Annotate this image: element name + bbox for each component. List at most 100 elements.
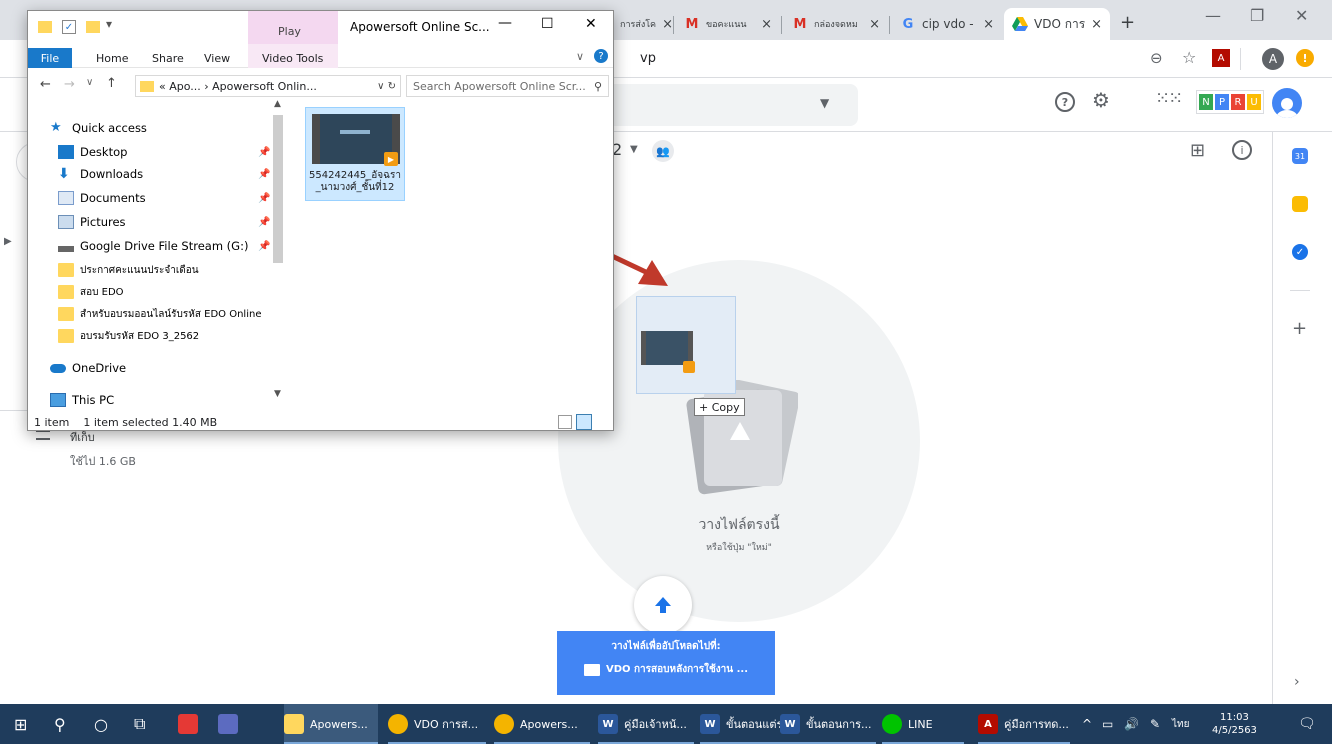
taskbar-item-chrome-2[interactable]: Apowers... [494, 704, 590, 744]
settings-gear-icon[interactable]: ⚙ [1092, 88, 1110, 112]
app-icon[interactable] [178, 704, 204, 744]
search-options-icon[interactable]: ▼ [820, 96, 829, 110]
keep-icon[interactable] [1292, 196, 1308, 212]
task-view-icon[interactable]: ⧉ [134, 704, 145, 744]
url-text[interactable]: vp [640, 51, 656, 66]
details-view-icon[interactable] [558, 415, 572, 429]
address-dropdown-icon[interactable]: ∨ ↻ [377, 81, 396, 92]
taskbar-item-chrome[interactable]: VDO การส... [388, 704, 486, 744]
properties-icon[interactable]: ✓ [62, 20, 76, 34]
close-icon[interactable]: × [863, 17, 880, 32]
volume-icon[interactable]: 🔊 [1124, 704, 1139, 744]
shared-people-icon[interactable]: 👥 [652, 140, 674, 162]
upload-banner-title: วางไฟล์เพื่ออัปโหลดไปที่: [611, 641, 721, 652]
new-tab-button[interactable]: + [1120, 12, 1135, 33]
back-arrow-icon[interactable]: ← [40, 77, 51, 92]
close-icon[interactable]: × [656, 17, 672, 32]
nav-quick-access[interactable]: ★ Quick access [50, 117, 147, 139]
tab-5-active[interactable]: VDO การ × [1004, 8, 1110, 40]
ribbon-home-tab[interactable]: Home [96, 52, 128, 65]
close-icon[interactable]: × [977, 17, 994, 32]
drive-search-bar[interactable]: ▼ [600, 84, 858, 126]
tab-2[interactable]: M ขอคะแนน × [676, 8, 780, 40]
nav-google-drive-stream[interactable]: Google Drive File Stream (G:) [58, 235, 248, 257]
close-icon[interactable]: × [1085, 17, 1102, 32]
pin-icon[interactable]: 📌 [258, 217, 270, 228]
info-icon[interactable]: i [1232, 140, 1252, 160]
close-icon[interactable]: ✕ [585, 16, 597, 32]
taskbar-item-explorer[interactable]: Apowers... [284, 704, 378, 744]
ribbon-view-tab[interactable]: View [204, 52, 230, 65]
large-icons-view-icon[interactable] [576, 414, 592, 430]
ribbon-expand-icon[interactable]: ∨ [576, 50, 584, 63]
nav-scrollbar[interactable]: ▲ ▼ [270, 99, 286, 399]
maximize-icon[interactable]: ☐ [541, 16, 554, 32]
search-icon[interactable]: ⚲ [54, 704, 66, 744]
pen-icon[interactable]: ✎ [1150, 704, 1160, 744]
restore-icon[interactable]: ❐ [1250, 6, 1264, 25]
minimize-icon[interactable]: — [1205, 6, 1221, 25]
help-icon[interactable]: ? [594, 49, 608, 63]
new-folder-icon[interactable] [86, 21, 100, 33]
forward-arrow-icon[interactable]: → [64, 77, 75, 92]
tab-3[interactable]: M กล่องจดหม × [784, 8, 888, 40]
ribbon-file-tab[interactable]: File [28, 48, 72, 68]
taskbar-item-pdf[interactable]: A คู่มือการทด... [978, 704, 1070, 744]
update-alert-icon[interactable]: ! [1296, 49, 1314, 67]
profile-avatar[interactable]: A [1262, 48, 1284, 70]
nav-desktop[interactable]: Desktop [58, 141, 127, 163]
scrollbar-thumb[interactable] [273, 115, 283, 263]
nav-folder[interactable]: ประกาศคะแนนประจำเดือน [58, 259, 199, 281]
video-file-item[interactable]: ▶ 554242445_อัจฉรา _นามวงศ์_ชั้นที่12 [305, 107, 405, 201]
bookmark-star-icon[interactable]: ☆ [1182, 48, 1196, 67]
camera-icon[interactable] [218, 704, 244, 744]
expand-panel-icon[interactable]: › [1294, 674, 1300, 690]
recent-dropdown-icon[interactable]: ∨ [86, 77, 93, 88]
acrobat-extension-icon[interactable]: A [1212, 49, 1230, 67]
pin-icon[interactable]: 📌 [258, 169, 270, 180]
language-indicator[interactable]: ไทย [1172, 704, 1189, 744]
npru-logo[interactable]: N P R U [1196, 90, 1264, 114]
notification-icon[interactable]: 🗨 [1298, 704, 1316, 744]
account-avatar-icon[interactable] [1272, 88, 1302, 118]
taskbar-item-word-3[interactable]: W ขั้นตอนการ... [780, 704, 876, 744]
nav-downloads[interactable]: ⬇ Downloads [58, 163, 143, 185]
cortana-icon[interactable]: ○ [94, 704, 108, 744]
nav-folder[interactable]: สอบ EDO [58, 281, 124, 303]
search-box[interactable]: Search Apowersoft Online Scr... ⚲ [406, 75, 609, 97]
taskbar-item-word-1[interactable]: W คู่มือเจ้าหน้... [598, 704, 694, 744]
tasks-icon[interactable]: ✓ [1292, 244, 1308, 260]
minimize-icon[interactable]: — [498, 15, 512, 31]
pin-icon[interactable]: 📌 [258, 193, 270, 204]
add-addon-icon[interactable]: + [1292, 318, 1307, 339]
ribbon-share-tab[interactable]: Share [152, 52, 184, 65]
up-arrow-icon[interactable]: ↑ [106, 76, 117, 91]
tab-1[interactable]: การส่งโค × [612, 8, 672, 40]
close-window-icon[interactable]: ✕ [1295, 6, 1308, 25]
help-icon[interactable]: ? [1055, 92, 1075, 112]
calendar-icon[interactable]: 31 [1292, 148, 1308, 164]
nav-folder[interactable]: สำหรับอบรมออนไลน์รับรหัส EDO Online [58, 303, 261, 325]
nav-onedrive[interactable]: OneDrive [50, 357, 126, 379]
grid-view-icon[interactable]: ⊞ [1190, 140, 1205, 161]
network-icon[interactable]: ▭ [1102, 704, 1113, 744]
nav-pictures[interactable]: Pictures [58, 211, 126, 233]
nav-documents[interactable]: Documents [58, 187, 146, 209]
nav-folder[interactable]: อบรมรับรหัส EDO 3_2562 [58, 325, 199, 347]
taskbar-item-line[interactable]: LINE [882, 704, 964, 744]
pin-icon[interactable]: 📌 [258, 241, 270, 252]
close-icon[interactable]: × [755, 17, 772, 32]
apps-grid-icon[interactable]: ⁙⁙ [1155, 88, 1183, 109]
dropdown-arrow-icon[interactable]: ▼ [630, 144, 638, 155]
tray-expand-icon[interactable]: ^ [1082, 704, 1092, 744]
qat-dropdown-icon[interactable]: ▾ [106, 17, 112, 31]
expand-arrow-icon[interactable]: ▶ [4, 236, 12, 247]
pin-icon[interactable]: 📌 [258, 147, 270, 158]
nav-this-pc[interactable]: This PC [50, 389, 114, 411]
ribbon-video-tools-tab[interactable]: Video Tools [262, 52, 323, 65]
address-bar[interactable]: « Apo... › Apowersoft Onlin... ∨ ↻ [135, 75, 401, 97]
windows-start-icon[interactable]: ⊞ [14, 704, 27, 744]
zoom-icon[interactable]: ⊖ [1150, 49, 1163, 67]
tab-4[interactable]: G cip vdo - × [892, 8, 1002, 40]
clock[interactable]: 11:03 4/5/2563 [1212, 704, 1257, 744]
